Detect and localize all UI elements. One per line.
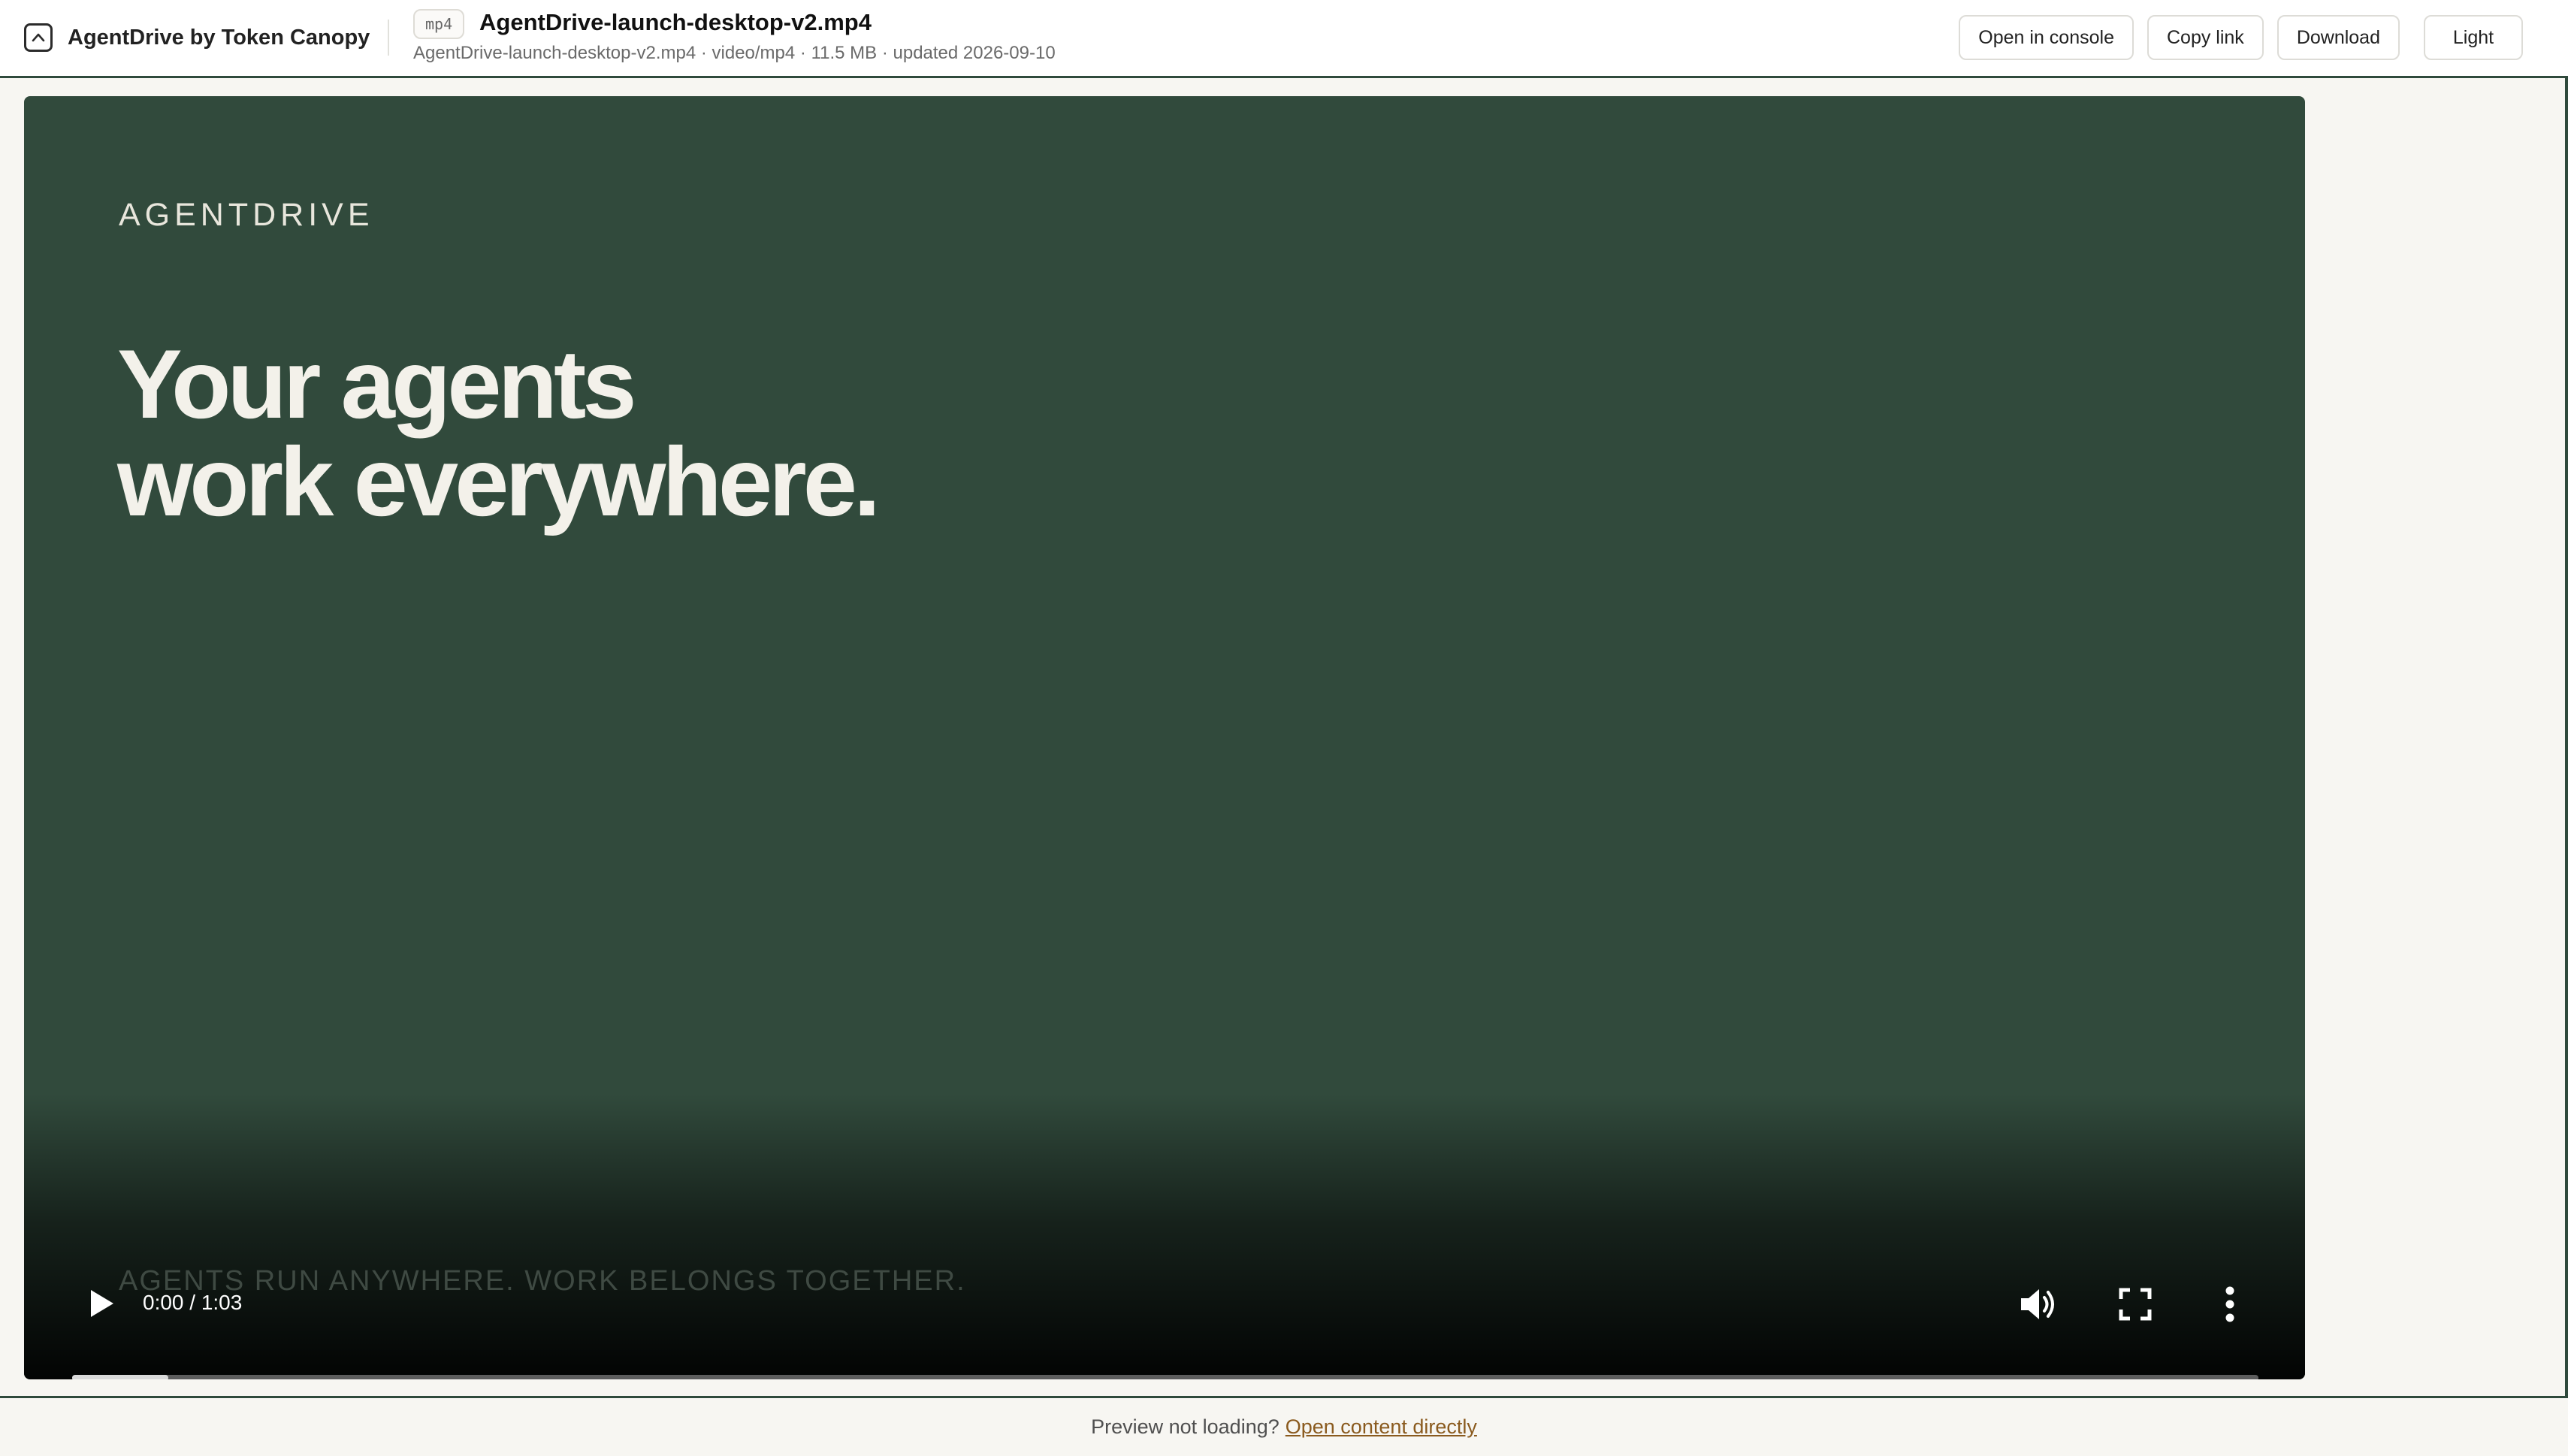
file-title: AgentDrive-launch-desktop-v2.mp4: [479, 9, 872, 35]
footer-prompt: Preview not loading?: [1091, 1415, 1279, 1438]
download-button[interactable]: Download: [2276, 15, 2400, 60]
chevron-up-box-icon: [24, 23, 53, 52]
open-in-console-button[interactable]: Open in console: [1959, 15, 2134, 60]
fullscreen-icon: [2119, 1288, 2152, 1321]
seek-bar-played: [72, 1375, 169, 1379]
fullscreen-button[interactable]: [2113, 1282, 2158, 1327]
file-type-badge: mp4: [413, 9, 465, 39]
video-player[interactable]: AGENTDRIVE Your agents work everywhere. …: [24, 96, 2305, 1379]
time-display: 0:00 / 1:03: [143, 1291, 243, 1314]
brand[interactable]: AgentDrive by Token Canopy: [24, 21, 370, 54]
play-button[interactable]: [80, 1282, 123, 1325]
top-bar: AgentDrive by Token Canopy mp4 AgentDriv…: [0, 0, 2568, 78]
brand-name: AgentDrive by Token Canopy: [68, 25, 370, 50]
open-content-directly-link[interactable]: Open content directly: [1286, 1415, 1477, 1439]
copy-link-button[interactable]: Copy link: [2147, 15, 2264, 60]
more-vertical-icon: [2225, 1286, 2234, 1322]
frame-edge: [2565, 78, 2568, 1397]
theme-toggle-button[interactable]: Light: [2424, 15, 2523, 60]
video-headline-line-1: Your agents: [117, 329, 637, 439]
volume-button[interactable]: [2017, 1282, 2062, 1327]
video-tagline: AGENTS RUN ANYWHERE. WORK BELONGS TOGETH…: [119, 1265, 966, 1297]
header-actions: Open in console Copy link Download Light: [1959, 15, 2523, 60]
seek-bar[interactable]: [72, 1375, 2258, 1379]
header-divider: [388, 20, 389, 56]
more-options-button[interactable]: [2207, 1282, 2252, 1327]
controls-gradient: [24, 1094, 2305, 1379]
video-headline-line-2: work everywhere.: [117, 427, 881, 536]
video-frame-brand: AGENTDRIVE: [119, 197, 374, 233]
video-headline: Your agents work everywhere.: [117, 329, 881, 536]
preview-stage: AGENTDRIVE Your agents work everywhere. …: [0, 78, 2568, 1397]
file-meta: AgentDrive-launch-desktop-v2.mp4 · video…: [413, 43, 1056, 63]
play-icon: [91, 1290, 113, 1317]
footer: Preview not loading? Open content direct…: [0, 1396, 2568, 1456]
volume-icon: [2021, 1289, 2054, 1319]
